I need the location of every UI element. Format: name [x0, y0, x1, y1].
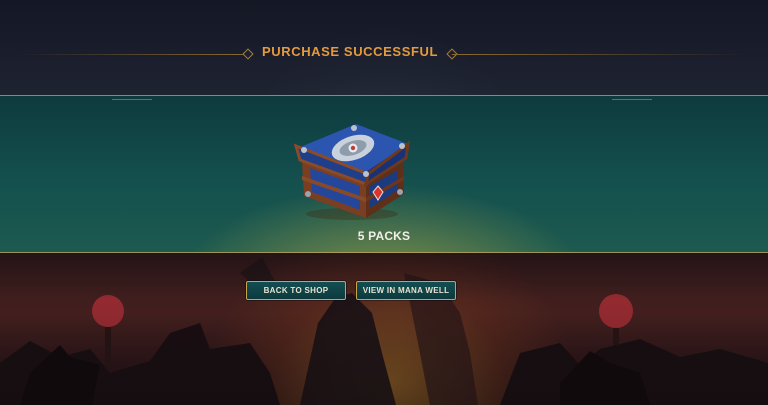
banner-ornament [612, 99, 652, 100]
reward-quantity-label: 5 PACKS [357, 229, 411, 243]
reward-banner-top-border [0, 95, 768, 96]
page-title: PURCHASE SUCCESSFUL [261, 44, 439, 59]
back-to-shop-button[interactable]: BACK TO SHOP [246, 281, 346, 300]
scene-shade [0, 253, 768, 405]
purchase-success-screen: PURCHASE SUCCESSFUL 5 PACKS BACK TO SHOP… [0, 0, 768, 405]
treasure-chest-icon [293, 124, 410, 220]
banner-ornament [112, 99, 152, 100]
title-divider-right [452, 54, 748, 55]
view-in-mana-well-button[interactable]: VIEW IN MANA WELL [356, 281, 456, 300]
title-divider-left [20, 54, 248, 55]
